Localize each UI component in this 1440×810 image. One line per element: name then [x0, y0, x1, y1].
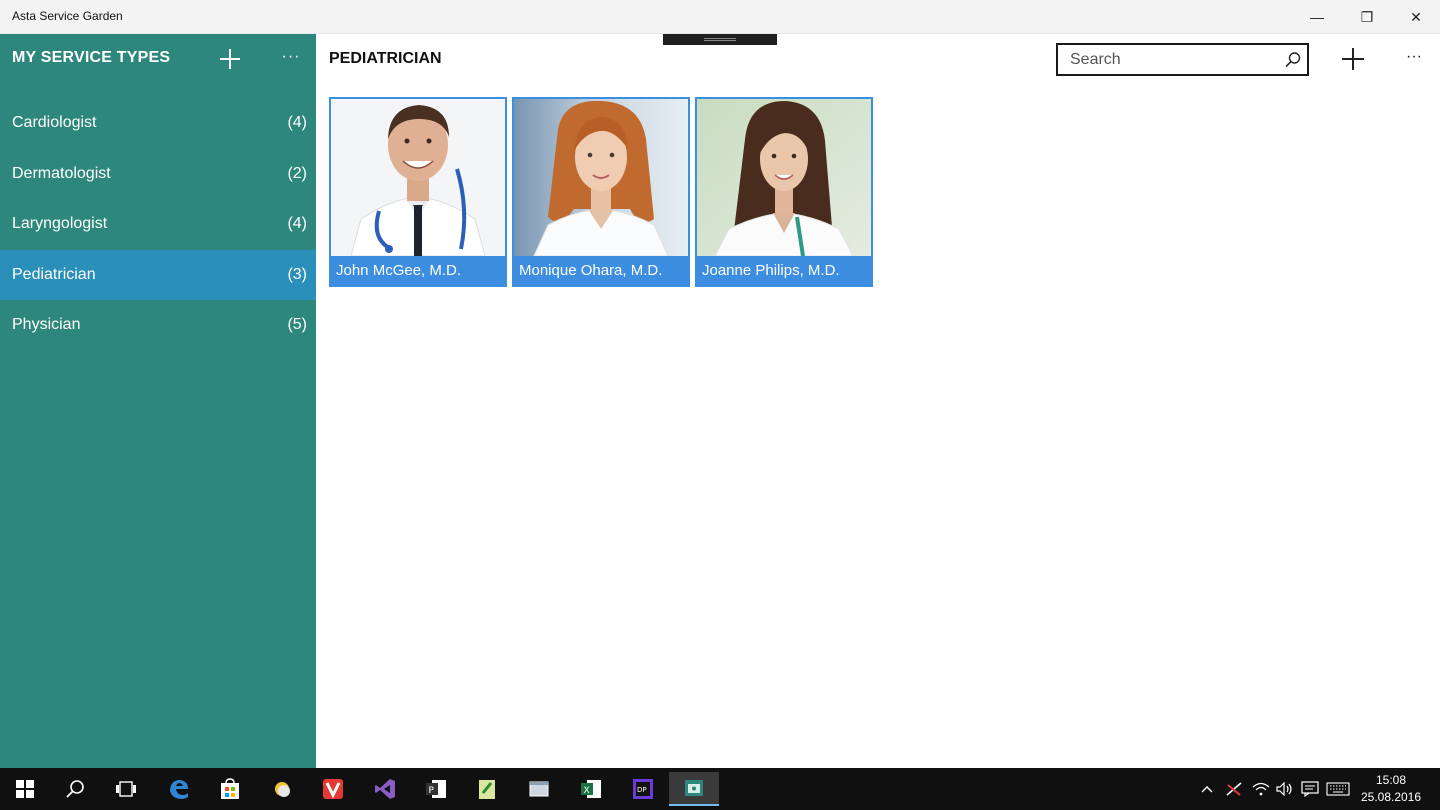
- sidebar-item-cardiologist[interactable]: Cardiologist (4): [0, 98, 316, 149]
- sidebar-item-count: (2): [287, 164, 307, 182]
- chevron-up-icon[interactable]: [1196, 768, 1218, 810]
- network-off-icon[interactable]: [1222, 768, 1246, 810]
- minimize-button[interactable]: —: [1292, 0, 1342, 34]
- excel-icon[interactable]: X: [566, 772, 616, 806]
- sidebar-header: MY SERVICE TYPES ···: [0, 34, 316, 84]
- doctor-photo: [331, 99, 505, 256]
- taskbar-clock[interactable]: 15:08 25.08.2016: [1356, 772, 1426, 806]
- sidebar-item-label: Laryngologist: [12, 215, 108, 233]
- clock-time: 15:08: [1375, 773, 1407, 787]
- sidebar-item-count: (3): [287, 265, 307, 283]
- doctor-name: Joanne Philips, M.D.: [697, 256, 871, 285]
- asta-app-icon[interactable]: [669, 772, 719, 806]
- volume-icon[interactable]: [1273, 768, 1297, 810]
- wifi-icon[interactable]: [1249, 768, 1273, 810]
- sidebar-title: MY SERVICE TYPES: [12, 49, 171, 66]
- doctor-name: Monique Ohara, M.D.: [514, 256, 688, 285]
- add-service-type-button[interactable]: [215, 44, 245, 74]
- page-title: PEDIATRICIAN: [329, 50, 442, 67]
- store-icon[interactable]: [205, 772, 255, 806]
- search-input[interactable]: [1058, 45, 1278, 74]
- dotpeek-icon[interactable]: DP: [618, 772, 668, 806]
- sidebar-item-physician[interactable]: Physician (5): [0, 300, 316, 351]
- search-icon[interactable]: [50, 772, 100, 806]
- window-app-icon[interactable]: [514, 772, 564, 806]
- sidebar-item-label: Pediatrician: [12, 265, 96, 283]
- sidebar-item-count: (4): [287, 215, 307, 233]
- window-title: Asta Service Garden: [12, 9, 123, 23]
- sidebar-item-dermatologist[interactable]: Dermatologist (2): [0, 149, 316, 200]
- sun-app-icon[interactable]: [257, 772, 307, 806]
- doctor-card[interactable]: Joanne Philips, M.D.: [695, 97, 873, 287]
- sidebar-item-pediatrician[interactable]: Pediatrician (3): [0, 249, 316, 300]
- sidebar-item-laryngologist[interactable]: Laryngologist (4): [0, 199, 316, 250]
- doctor-card[interactable]: Monique Ohara, M.D.: [512, 97, 690, 287]
- svg-text:P: P: [429, 786, 435, 796]
- main-more-button[interactable]: ···: [1399, 46, 1429, 72]
- windows-start-icon[interactable]: [0, 772, 50, 806]
- sidebar-more-button[interactable]: ···: [276, 46, 306, 72]
- keyboard-icon[interactable]: [1324, 768, 1352, 810]
- title-bar: Asta Service Garden — ❐ ✕: [0, 0, 1440, 34]
- add-doctor-button[interactable]: [1338, 44, 1368, 74]
- sidebar-item-label: Cardiologist: [12, 114, 97, 132]
- sidebar-item-count: (4): [287, 114, 307, 132]
- doctor-photo: [697, 99, 871, 256]
- doctor-grid: John McGee, M.D. Monique Ohara, M.D. Joa…: [329, 97, 873, 287]
- visual-studio-icon[interactable]: [360, 772, 410, 806]
- service-type-list: Cardiologist (4) Dermatologist (2) Laryn…: [0, 98, 316, 351]
- svg-text:DP: DP: [637, 786, 647, 794]
- svg-text:X: X: [584, 786, 590, 796]
- search-icon[interactable]: [1284, 51, 1302, 69]
- taskbar: P X DP 15:08 25.08.2016: [0, 768, 1440, 810]
- doctor-name: John McGee, M.D.: [331, 256, 505, 285]
- notifications-icon[interactable]: [1298, 768, 1322, 810]
- restore-button[interactable]: ❐: [1342, 0, 1392, 34]
- main-content: PEDIATRICIAN ···: [316, 34, 1440, 768]
- sidebar: MY SERVICE TYPES ··· Cardiologist (4) De…: [0, 34, 316, 768]
- search-box: [1056, 43, 1309, 76]
- close-button[interactable]: ✕: [1391, 0, 1440, 34]
- edge-icon[interactable]: [154, 772, 204, 806]
- vivaldi-icon[interactable]: [308, 772, 358, 806]
- sidebar-item-count: (5): [287, 316, 307, 334]
- project-icon[interactable]: P: [411, 772, 461, 806]
- sidebar-item-label: Dermatologist: [12, 164, 111, 182]
- notepad-plus-icon[interactable]: [462, 772, 512, 806]
- doctor-card[interactable]: John McGee, M.D.: [329, 97, 507, 287]
- clock-date: 25.08.2016: [1360, 790, 1422, 804]
- sidebar-item-label: Physician: [12, 316, 81, 334]
- task-view-icon[interactable]: [101, 772, 151, 806]
- doctor-photo: [514, 99, 688, 256]
- drag-handle[interactable]: [663, 34, 777, 45]
